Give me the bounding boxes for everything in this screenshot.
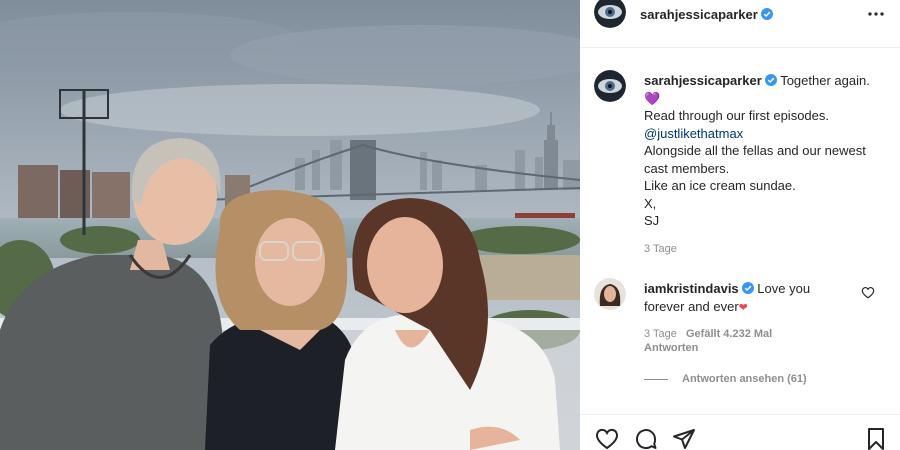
post-photo-drawing [0, 0, 580, 450]
commenter-username[interactable]: iamkristindavis [644, 281, 739, 296]
post-header: sarahjessicaparker [580, 0, 900, 48]
caption-line: Alongside all the fellas and our newest [644, 143, 866, 158]
comment-icon[interactable] [634, 427, 658, 450]
comment-like-heart-icon[interactable] [861, 286, 875, 299]
caption-line: Together again. [780, 73, 870, 88]
share-icon[interactable] [672, 427, 696, 450]
post-photo[interactable] [0, 0, 580, 450]
verified-badge-icon [760, 8, 773, 20]
replies-divider [644, 378, 668, 380]
view-replies-label: Antworten ansehen (61) [682, 373, 807, 385]
eye-avatar-image [594, 70, 626, 102]
bookmark-icon[interactable] [864, 427, 888, 450]
caption-mention-link[interactable]: @justlikethatmax [644, 125, 884, 143]
caption-line: SJ [644, 213, 660, 228]
commenter-avatar[interactable] [594, 278, 626, 310]
view-replies-button[interactable]: Antworten ansehen (61) [644, 373, 807, 385]
caption-line: Read through our first episodes. [644, 108, 829, 123]
caption-line: X, [644, 195, 657, 211]
caption-author-avatar[interactable] [594, 70, 626, 102]
caption-line: cast members. [644, 160, 730, 176]
comment-timestamp[interactable]: 3 Tage [644, 328, 677, 340]
reply-button[interactable]: Antworten [644, 342, 698, 354]
more-options-icon[interactable] [866, 12, 886, 26]
caption-timestamp[interactable]: 3 Tage [644, 243, 677, 255]
caption-line: Like an ice cream sundae. [644, 178, 796, 193]
purple-heart-emoji: 💜 [644, 90, 661, 106]
verified-badge-icon [764, 74, 777, 86]
author-avatar[interactable] [594, 0, 626, 28]
header-username-row: sarahjessicaparker [640, 6, 773, 24]
comment-like-count[interactable]: Gefällt 4.232 Mal [686, 328, 772, 340]
heart-icon[interactable] [595, 427, 619, 450]
comment-meta: 3 Tage Gefällt 4.232 Mal Antworten [644, 327, 772, 355]
red-heart-emoji: ❤ [738, 301, 748, 314]
caption-username[interactable]: sarahjessicaparker [644, 73, 762, 88]
verified-badge-icon [741, 282, 754, 294]
post-action-bar [580, 414, 900, 450]
post-caption: sarahjessicaparker Together again. 💜 Rea… [644, 72, 884, 230]
caption-first-line: sarahjessicaparker Together again. [644, 72, 884, 90]
header-username[interactable]: sarahjessicaparker [640, 7, 758, 22]
eye-avatar-image [594, 0, 626, 28]
commenter-avatar-image [594, 278, 626, 310]
comment-text: iamkristindavis Love you forever and eve… [644, 280, 854, 317]
post-side-panel: sarahjessicaparker sarahjessicaparker To… [580, 0, 900, 450]
